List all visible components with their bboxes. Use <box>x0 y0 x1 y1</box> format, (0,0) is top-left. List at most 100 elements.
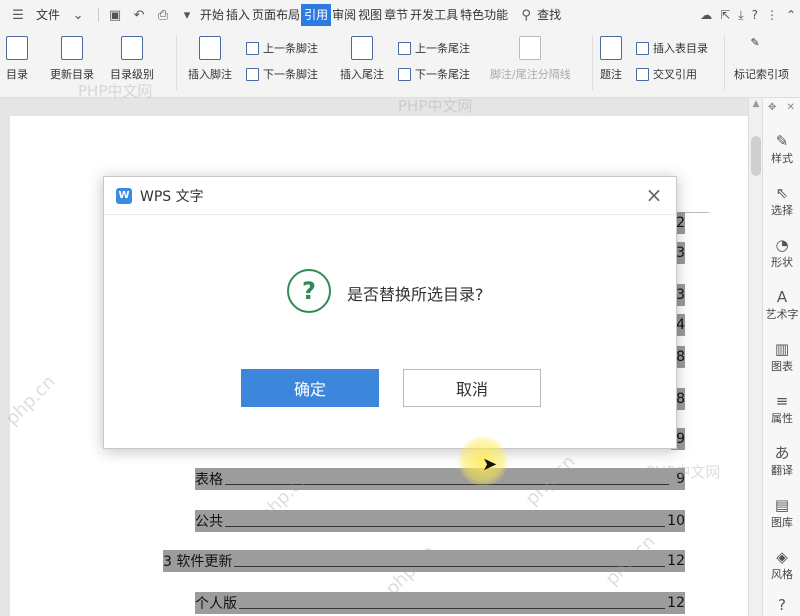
mouse-pointer-icon: ➤ <box>482 454 498 475</box>
mark-index-icon: ✎ <box>750 36 760 49</box>
insert-table-of-figures-button[interactable]: 插入表目录 <box>636 40 708 56</box>
undo-icon[interactable]: ↶ <box>132 8 146 23</box>
toc-leader <box>234 555 665 567</box>
file-menu[interactable]: ☰ 文件 ⌄ <box>6 4 90 26</box>
table-of-figures-icon <box>636 41 649 55</box>
footnote-separator-button[interactable]: 脚注/尾注分隔线 <box>490 36 571 82</box>
update-toc-label: 更新目录 <box>50 68 94 81</box>
search-icon: ⚲ <box>521 7 531 23</box>
update-toc-icon <box>61 36 83 60</box>
toc-level-label: 目录级别 <box>110 68 154 81</box>
next-footnote-icon <box>246 67 259 81</box>
file-label: 文件 <box>36 8 61 22</box>
search-button[interactable]: ⚲ 查找 <box>519 4 562 26</box>
toc-level-icon <box>121 36 143 60</box>
side-style-label: 样式 <box>771 152 793 165</box>
toc-leader <box>239 597 665 609</box>
toc-entry[interactable]: 3 软件更新 12 <box>163 550 685 572</box>
search-label: 查找 <box>537 8 562 22</box>
side-wordart-label: 艺术字 <box>765 308 799 321</box>
side-chart-button[interactable]: ▥ 图表 <box>763 340 800 374</box>
side-panel-controls: ✥ ✕ <box>763 98 800 116</box>
dialog-message: 是否替换所选目录? <box>347 285 484 304</box>
side-theme-button[interactable]: ◈ 风格 <box>763 548 800 582</box>
tab-references[interactable]: 引用 <box>301 4 332 26</box>
caption-icon <box>600 36 622 60</box>
save-icon[interactable]: ▣ <box>108 8 122 23</box>
question-icon: ? <box>287 269 331 313</box>
ribbon-divider <box>176 36 177 90</box>
insert-endnote-button[interactable]: 插入尾注 <box>340 36 384 82</box>
close-icon[interactable]: × <box>644 185 664 205</box>
share-icon[interactable]: ⇱ <box>720 8 730 22</box>
export-icon[interactable]: ⤓ <box>738 8 743 23</box>
toc-leader <box>225 515 665 527</box>
cross-reference-button[interactable]: 交叉引用 <box>636 66 697 82</box>
translate-icon: あ <box>774 444 790 462</box>
cloud-icon[interactable]: ☁ <box>700 8 712 22</box>
side-gallery-button[interactable]: ▤ 图库 <box>763 496 800 530</box>
next-endnote-button[interactable]: 下一条尾注 <box>398 66 470 82</box>
prev-footnote-button[interactable]: 上一条脚注 <box>246 40 318 56</box>
insert-footnote-label: 插入脚注 <box>188 68 232 81</box>
more-chevron-icon[interactable]: ▾ <box>180 8 194 23</box>
properties-icon: ≡ <box>775 392 789 410</box>
more-icon[interactable]: ⋮ <box>766 8 778 22</box>
side-chart-label: 图表 <box>771 360 793 373</box>
side-help-button[interactable]: ? <box>763 596 800 614</box>
panel-close-icon[interactable]: ✕ <box>787 102 795 113</box>
tab-insert[interactable]: 插入 <box>225 4 251 26</box>
toc-level-button[interactable]: 目录级别 <box>110 36 154 82</box>
chevron-down-icon: ⌄ <box>72 7 84 23</box>
insert-footnote-button[interactable]: 插入脚注 <box>188 36 232 82</box>
footnote-icon <box>199 36 221 60</box>
cancel-button[interactable]: 取消 <box>403 369 541 407</box>
scrollbar-thumb[interactable] <box>751 136 761 176</box>
ribbon-divider <box>592 36 593 90</box>
side-properties-button[interactable]: ≡ 属性 <box>763 392 800 426</box>
toc-button[interactable]: 目录 <box>6 36 28 82</box>
side-wordart-button[interactable]: A 艺术字 <box>763 288 800 322</box>
ribbon: 目录 更新目录 目录级别 插入脚注 上一条脚注 下一条脚注 插入尾注 上一条尾注… <box>0 30 800 98</box>
caption-button[interactable]: 题注 <box>600 36 622 82</box>
help-icon[interactable]: ? <box>752 8 758 22</box>
toc-entry[interactable]: 表格 9 <box>195 468 685 490</box>
tab-page-layout[interactable]: 页面布局 <box>251 4 301 26</box>
toc-entry-text: 表格 <box>195 472 223 488</box>
tab-home[interactable]: 开始 <box>199 4 225 26</box>
side-theme-label: 风格 <box>771 568 793 581</box>
toc-entry[interactable]: 个人版 12 <box>195 592 685 614</box>
collapse-icon[interactable]: ⌃ <box>786 8 796 22</box>
vertical-scrollbar[interactable]: ▲ <box>748 98 762 616</box>
select-cursor-icon: ⇖ <box>775 184 789 202</box>
tab-section[interactable]: 章节 <box>383 4 409 26</box>
toc-entry-page: 10 <box>667 513 685 529</box>
confirm-button[interactable]: 确定 <box>241 369 379 407</box>
prev-endnote-label: 上一条尾注 <box>415 42 470 55</box>
side-select-button[interactable]: ⇖ 选择 <box>763 184 800 218</box>
next-footnote-button[interactable]: 下一条脚注 <box>246 66 318 82</box>
panel-pin-icon[interactable]: ✥ <box>768 102 776 113</box>
side-shape-label: 形状 <box>771 256 793 269</box>
prev-footnote-icon <box>246 41 259 55</box>
toc-entry[interactable]: 公共 10 <box>195 510 685 532</box>
side-style-button[interactable]: ✎ 样式 <box>763 132 800 166</box>
print-icon[interactable]: ⎙ <box>156 8 170 23</box>
tab-features[interactable]: 特色功能 <box>459 4 509 26</box>
tab-review[interactable]: 审阅 <box>331 4 357 26</box>
tab-view[interactable]: 视图 <box>357 4 383 26</box>
side-shape-button[interactable]: ◔ 形状 <box>763 236 800 270</box>
replace-toc-dialog: W WPS 文字 × ? 是否替换所选目录? 确定 取消 <box>103 176 677 449</box>
mark-index-button[interactable]: ✎ 标记索引项 <box>734 36 789 82</box>
hamburger-icon: ☰ <box>12 7 24 23</box>
cross-reference-label: 交叉引用 <box>653 68 697 81</box>
scroll-up-icon[interactable]: ▲ <box>749 98 763 110</box>
tab-developer[interactable]: 开发工具 <box>409 4 459 26</box>
next-endnote-icon <box>398 67 411 81</box>
prev-endnote-button[interactable]: 上一条尾注 <box>398 40 470 56</box>
side-translate-button[interactable]: あ 翻译 <box>763 444 800 478</box>
mark-index-label: 标记索引项 <box>734 68 789 81</box>
update-toc-button[interactable]: 更新目录 <box>50 36 94 82</box>
gallery-icon: ▤ <box>774 496 790 514</box>
toc-entry-page: 12 <box>667 595 685 611</box>
